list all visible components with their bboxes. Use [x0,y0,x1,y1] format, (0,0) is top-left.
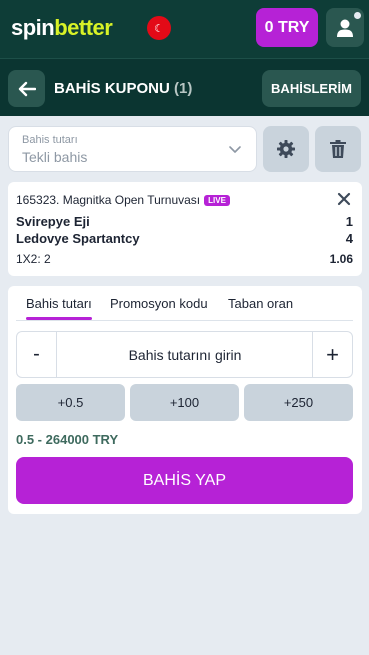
settings-button[interactable] [263,126,309,172]
page-title-text: BAHİS KUPONU [54,80,170,97]
event-title: 165323. Magnitka Open Turnuvası LIVE [16,193,230,207]
logo-better: better [54,15,113,40]
bet-odds: 1.06 [329,252,353,266]
tabs-divider [16,320,353,321]
stake-input[interactable] [58,332,312,377]
coupon-header: BAHİS KUPONU (1) BAHİSLERİM [0,58,369,116]
team-away-score: 4 [345,231,353,246]
notification-dot [354,12,361,19]
tab-stake[interactable]: Bahis tutarı [26,296,92,311]
logo[interactable]: spinbetter [11,15,113,41]
stake-stepper: - + [16,331,353,378]
bet-type-select[interactable]: Bahis tutarı Tekli bahis [8,126,257,172]
back-button[interactable] [8,70,45,107]
bet-type-label: Bahis tutarı [22,134,78,146]
event-card: 165323. Magnitka Open Turnuvası LIVE Svir… [8,182,362,276]
gear-icon [277,140,295,158]
balance-button[interactable]: 0 TRY [256,8,318,47]
quick-amount-button[interactable]: +250 [244,384,353,421]
quick-amount-button[interactable]: +100 [130,384,239,421]
tab-promo-code[interactable]: Promosyon kodu [110,296,208,311]
arrow-left-icon [18,81,36,96]
my-bets-button[interactable]: BAHİSLERİM [262,70,361,107]
logo-spin: spin [11,15,55,40]
top-bar: spinbetter ☾ 0 TRY [0,0,369,58]
team-home: Svirepye Eji [16,214,90,229]
turkey-flag-icon[interactable]: ☾ [147,16,171,40]
team-away: Ledovye Spartantcy [16,231,140,246]
stake-panel: Bahis tutarı Promosyon kodu Taban oran -… [8,286,362,514]
coupon-count: (1) [174,80,193,97]
trash-icon [330,140,346,158]
page-title: BAHİS KUPONU (1) [54,80,192,97]
team-home-score: 1 [345,214,353,229]
stake-range: 0.5 - 264000 TRY [16,432,119,447]
delete-button[interactable] [315,126,361,172]
decrease-button[interactable]: - [17,332,57,377]
event-title-text: 165323. Magnitka Open Turnuvası [16,193,201,207]
close-icon[interactable] [337,192,351,206]
user-icon [337,19,353,37]
increase-button[interactable]: + [312,332,352,377]
bet-type-value: Tekli bahis [22,149,88,165]
tab-min-odds[interactable]: Taban oran [228,296,293,311]
quick-amount-button[interactable]: +0.5 [16,384,125,421]
place-bet-button[interactable]: BAHİS YAP [16,457,353,504]
bet-market: 1X2: 2 [16,252,51,266]
live-badge: LIVE [204,195,230,206]
chevron-down-icon [229,146,241,153]
